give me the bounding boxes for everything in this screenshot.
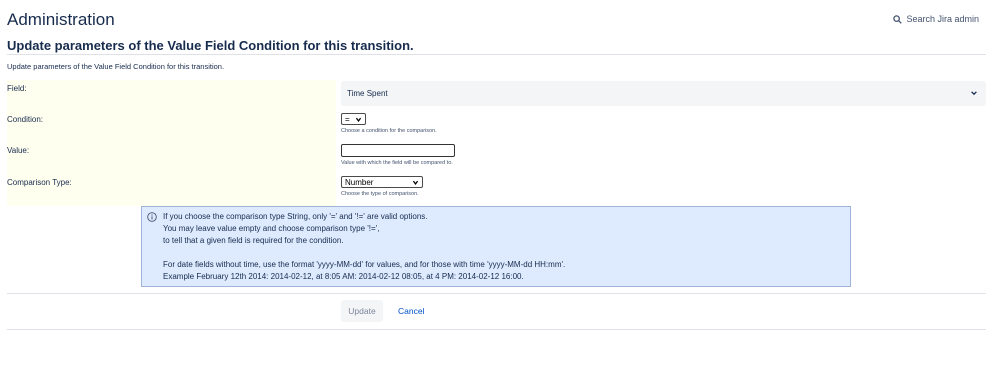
condition-select[interactable]: = xyxy=(341,113,366,125)
value-input[interactable] xyxy=(341,144,455,157)
comparison-type-hint: Choose the type of comparison. xyxy=(341,191,419,197)
divider xyxy=(7,329,986,330)
info-message: If you choose the comparison type String… xyxy=(141,206,851,287)
info-line: Example February 12th 2014: 2014-02-12, … xyxy=(163,272,524,281)
info-line: For date fields without time, use the fo… xyxy=(163,260,566,269)
label-column: Field: Condition: Value: Comparison Type… xyxy=(7,80,336,206)
chevron-down-icon xyxy=(971,91,977,96)
info-icon xyxy=(147,212,157,222)
comparison-type-select-value: Number xyxy=(345,177,374,187)
page-title: Administration xyxy=(7,10,115,29)
divider xyxy=(7,293,986,294)
update-button[interactable]: Update xyxy=(341,300,383,322)
value-label: Value: xyxy=(7,146,30,155)
field-label: Field: xyxy=(7,84,27,93)
section-heading: Update parameters of the Value Field Con… xyxy=(7,38,414,53)
field-select-value: Time Spent xyxy=(347,89,388,98)
condition-label: Condition: xyxy=(7,115,44,124)
cancel-link[interactable]: Cancel xyxy=(398,306,424,316)
info-line: to tell that a given field is required f… xyxy=(163,236,344,245)
condition-select-value: = xyxy=(345,114,350,124)
comparison-type-select[interactable]: Number xyxy=(341,176,423,188)
info-line: You may leave value empty and choose com… xyxy=(163,224,380,233)
admin-header: Administration Search Jira admin xyxy=(0,0,999,36)
info-line: If you choose the comparison type String… xyxy=(163,212,428,221)
comparison-type-label: Comparison Type: xyxy=(7,178,72,187)
field-select[interactable]: Time Spent xyxy=(341,81,986,106)
value-hint: Value with which the field will be compa… xyxy=(341,160,453,166)
section-description: Update parameters of the Value Field Con… xyxy=(7,62,225,71)
search-jira-admin-link[interactable]: Search Jira admin xyxy=(893,14,979,24)
divider xyxy=(7,54,986,55)
chevron-down-icon xyxy=(412,180,419,185)
condition-form: Field: Condition: Value: Comparison Type… xyxy=(7,80,986,206)
search-icon xyxy=(893,14,903,24)
search-label: Search Jira admin xyxy=(906,14,979,24)
condition-hint: Choose a condition for the comparison. xyxy=(341,128,437,134)
chevron-down-icon xyxy=(355,117,362,122)
